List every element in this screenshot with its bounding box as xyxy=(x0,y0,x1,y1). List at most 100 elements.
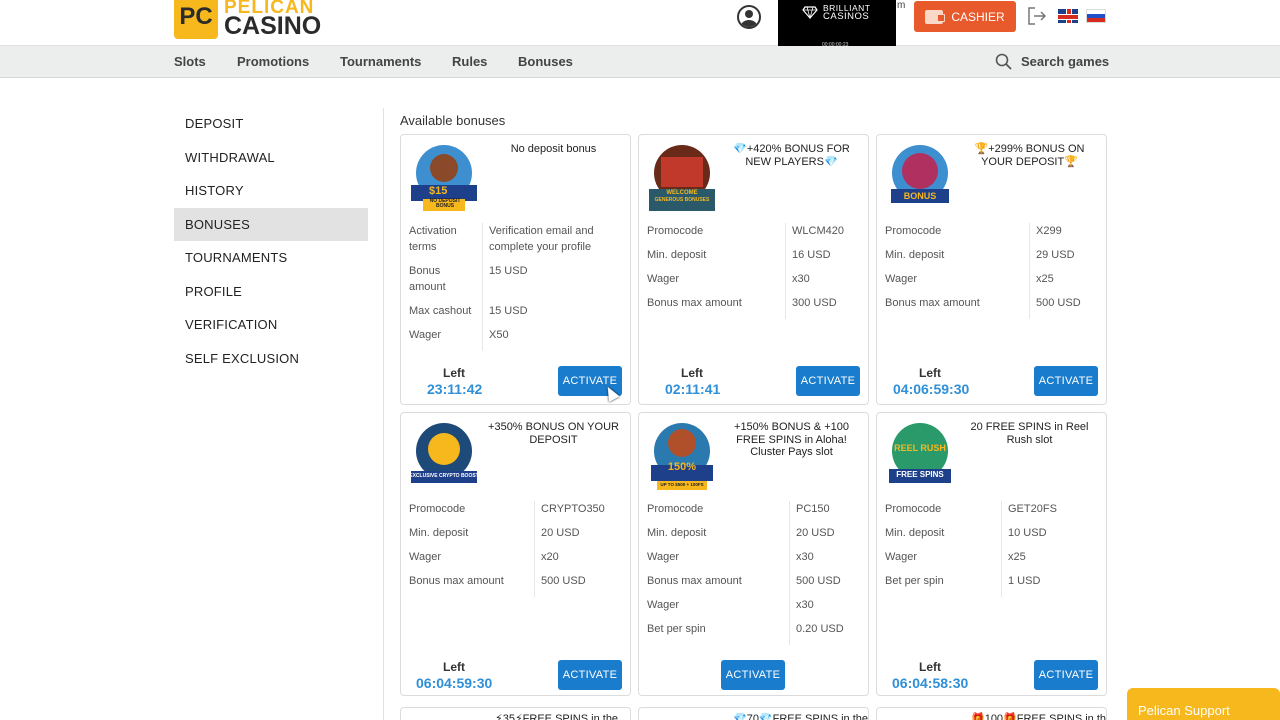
search-games[interactable]: Search games xyxy=(995,53,1109,70)
left-label: Left xyxy=(681,366,703,380)
bonus-row: Wager x25 xyxy=(885,549,1098,573)
art-label: $15 xyxy=(429,185,448,197)
bonus-row: Wager x30 xyxy=(647,549,860,573)
sidebar-item-bonuses[interactable]: BONUSES xyxy=(174,207,368,241)
sidebar-item-tournaments[interactable]: TOURNAMENTS xyxy=(174,241,368,275)
bonus-title: ⚡35⚡FREE SPINS in the xyxy=(495,713,619,720)
bonus-row: Wager x30 xyxy=(647,597,860,621)
bonus-art-image xyxy=(411,423,477,483)
nav-rules[interactable]: Rules xyxy=(452,54,487,69)
account-sidebar: DEPOSIT WITHDRAWAL HISTORY BONUSES TOURN… xyxy=(174,107,368,375)
art-sub: UP TO $500 + 100FS xyxy=(660,482,704,487)
art-sub: FREE SPINS xyxy=(896,470,944,479)
nav-promotions[interactable]: Promotions xyxy=(237,54,309,69)
art-label: WELCOME xyxy=(666,190,698,196)
main-nav: Slots Promotions Tournaments Rules Bonus… xyxy=(0,46,1280,78)
bonus-title: 🎁100🎁FREE SPINS in the xyxy=(971,713,1107,720)
left-label: Left xyxy=(919,660,941,674)
brilliant-casinos-overlay: BRILLIANT CASINOS 00:00:00:23 xyxy=(778,0,896,50)
bonus-row: Bonus max amount 500 USD xyxy=(409,573,622,597)
bonus-row: Min. deposit 20 USD xyxy=(647,525,860,549)
bonus-row: Bonus max amount 500 USD xyxy=(647,573,860,597)
nav-slots[interactable]: Slots xyxy=(174,54,206,69)
cashier-button[interactable]: CASHIER xyxy=(914,1,1016,32)
nav-bonuses[interactable]: Bonuses xyxy=(518,54,573,69)
bonus-card: $15 NO DEPOSIT BONUS No deposit bonus Ac… xyxy=(400,134,631,405)
cashier-label: CASHIER xyxy=(951,9,1005,24)
sidebar-item-deposit[interactable]: DEPOSIT xyxy=(174,107,368,141)
sidebar-item-withdrawal[interactable]: WITHDRAWAL xyxy=(174,141,368,175)
bonus-row: Wager x20 xyxy=(409,549,622,573)
wallet-icon xyxy=(925,9,946,24)
bonus-title: 🏆+299% BONUS ON YOUR DEPOSIT🏆 xyxy=(974,143,1085,168)
left-label: Left xyxy=(443,660,465,674)
bonus-card: 150% UP TO $500 + 100FS +150% BONUS & +1… xyxy=(638,412,869,696)
sidebar-item-profile[interactable]: PROFILE xyxy=(174,275,368,309)
bonus-row: Wager x25 xyxy=(885,271,1098,295)
activate-button[interactable]: ACTIVATE xyxy=(1034,366,1098,396)
left-label: Left xyxy=(919,366,941,380)
bonus-row: Activation terms Verification email and c… xyxy=(409,223,622,263)
bonus-row: Min. deposit 20 USD xyxy=(409,525,622,549)
activate-button[interactable]: ACTIVATE xyxy=(558,660,622,690)
sidebar-item-self-exclusion[interactable]: SELF EXCLUSION xyxy=(174,342,368,376)
bonus-card: WELCOME GENEROUS BONUSES 💎+420% BONUS FO… xyxy=(638,134,869,405)
bonus-row: Bonus max amount 300 USD xyxy=(647,295,860,319)
bonus-row: Promocode X299 xyxy=(885,223,1098,247)
user-profile-icon[interactable] xyxy=(737,5,761,29)
bonus-row: Wager x30 xyxy=(647,271,860,295)
bonus-card-partial: 🎁100🎁FREE SPINS in the xyxy=(876,707,1107,720)
logo-line2: CASINO xyxy=(224,12,322,40)
bonus-row: Promocode GET20FS xyxy=(885,501,1098,525)
activate-button[interactable]: ACTIVATE xyxy=(1034,660,1098,690)
ru-flag-icon[interactable] xyxy=(1086,9,1106,23)
bonus-title: +150% BONUS & +100 FREE SPINS in Aloha! … xyxy=(734,421,849,458)
bonus-title: 💎70💎FREE SPINS in the xyxy=(733,713,868,720)
site-logo[interactable]: PC PELICAN CASINO xyxy=(174,0,321,40)
countdown-timer: 04:06:59:30 xyxy=(893,381,970,397)
art-sub: NO DEPOSIT BONUS xyxy=(429,198,461,209)
bonus-row: Bonus max amount 500 USD xyxy=(885,295,1098,319)
logo-badge: PC xyxy=(174,0,218,39)
activate-button[interactable]: ACTIVATE xyxy=(796,366,860,396)
search-icon xyxy=(995,53,1012,70)
activate-button[interactable]: ACTIVATE xyxy=(721,660,785,690)
bonus-row: Promocode WLCM420 xyxy=(647,223,860,247)
bonus-row: Promocode CRYPTO350 xyxy=(409,501,622,525)
search-label: Search games xyxy=(1021,54,1110,69)
bonus-card-partial: ⚡35⚡FREE SPINS in the xyxy=(400,707,631,720)
bonus-art-image xyxy=(891,145,949,203)
countdown-timer: 06:04:58:30 xyxy=(892,675,969,691)
logout-icon[interactable] xyxy=(1027,6,1047,26)
countdown-timer: 23:11:42 xyxy=(427,381,483,397)
bonus-row: Promocode PC150 xyxy=(647,501,860,525)
bonus-art-image xyxy=(889,423,951,483)
support-chat-button[interactable]: Pelican Support xyxy=(1127,688,1280,720)
sidebar-item-verification[interactable]: VERIFICATION xyxy=(174,308,368,342)
vertical-divider xyxy=(383,108,384,720)
art-label: BONUS xyxy=(903,191,937,201)
bonus-row: Min. deposit 10 USD xyxy=(885,525,1098,549)
bonus-art-image xyxy=(651,423,713,490)
available-bonuses-title: Available bonuses xyxy=(400,113,506,128)
bonus-row: Bonus amount 15 USD xyxy=(409,263,622,303)
bonus-title: No deposit bonus xyxy=(510,143,597,155)
art-label: REEL RUSH xyxy=(894,443,946,453)
bonus-row: Wager X50 xyxy=(409,327,622,351)
bonus-card-partial: 💎70💎FREE SPINS in the xyxy=(638,707,869,720)
uk-flag-icon[interactable] xyxy=(1058,9,1078,23)
art-label: EXCLUSIVE CRYPTO BOOST xyxy=(409,473,479,479)
nav-tournaments[interactable]: Tournaments xyxy=(340,54,421,69)
bonus-title: 💎+420% BONUS FOR NEW PLAYERS💎 xyxy=(733,143,850,168)
bonus-row: Min. deposit 16 USD xyxy=(647,247,860,271)
sidebar-item-history[interactable]: HISTORY xyxy=(174,174,368,208)
countdown-timer: 06:04:59:30 xyxy=(416,675,493,691)
top-header: PC PELICAN CASINO BRILLIANT CASINOS 00:0… xyxy=(0,0,1280,50)
bonus-card: REEL RUSH FREE SPINS 20 FREE SPINS in Re… xyxy=(876,412,1107,696)
bonus-row: Min. deposit 29 USD xyxy=(885,247,1098,271)
brilliant-line2: CASINOS xyxy=(823,11,870,22)
bonus-title: +350% BONUS ON YOUR DEPOSIT xyxy=(488,421,619,446)
bonus-row: Bet per spin 1 USD xyxy=(885,573,1098,597)
diamond-icon xyxy=(802,6,818,20)
art-label: 150% xyxy=(667,461,697,473)
